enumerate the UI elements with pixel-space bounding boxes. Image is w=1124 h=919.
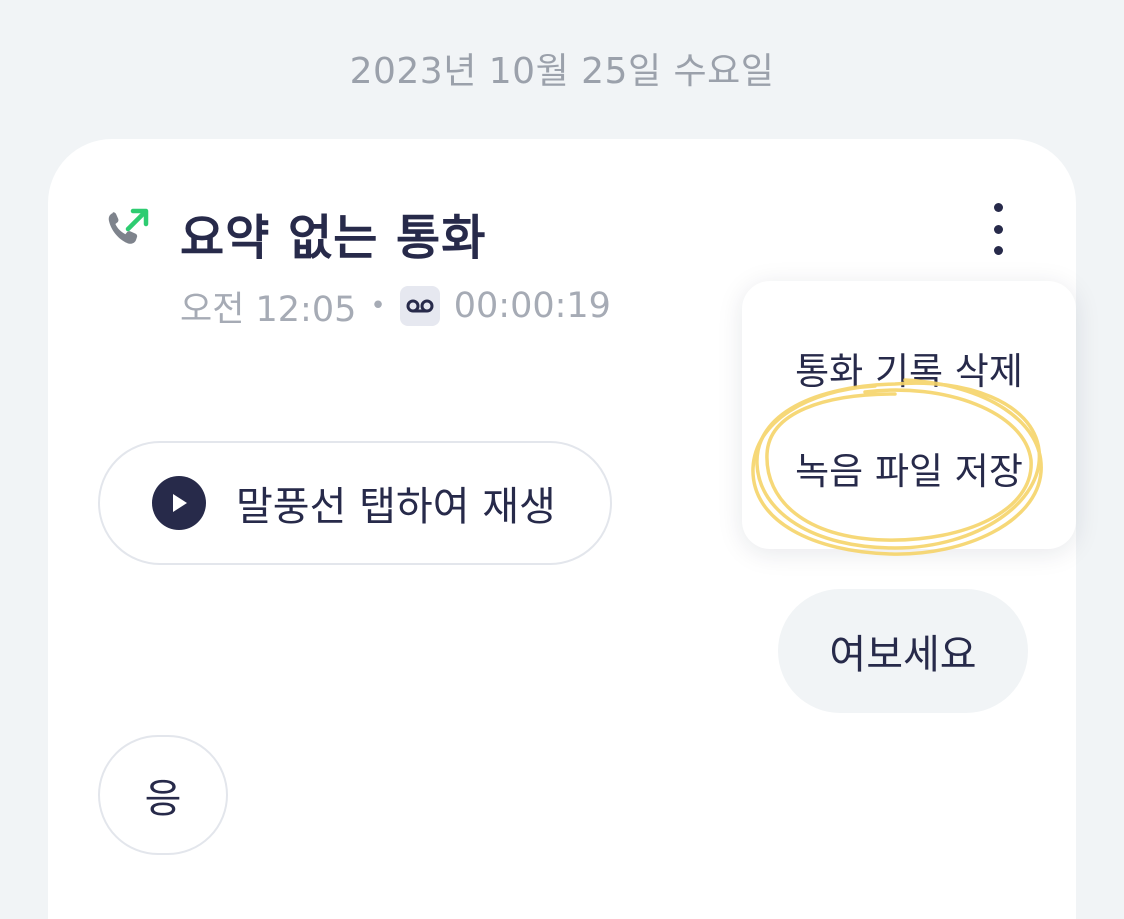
- voicemail-icon: [399, 286, 440, 326]
- call-duration: 00:00:19: [453, 286, 611, 326]
- call-meta: 오전 12:05 • 00:00:19: [180, 282, 611, 330]
- call-title: 요약 없는 통화: [180, 210, 487, 266]
- call-time: 오전 12:05: [180, 289, 357, 330]
- date-header: 2023년 10월 25일 수요일: [349, 51, 775, 92]
- context-menu: 통화 기록 삭제 녹음 파일 저장: [742, 281, 1076, 549]
- menu-item-save-recording[interactable]: 녹음 파일 저장: [742, 441, 1076, 495]
- play-label: 말풍선 탭하여 재생: [236, 484, 556, 530]
- meta-separator: •: [370, 291, 386, 321]
- transcript-bubble-me[interactable]: 여보세요: [778, 589, 1028, 713]
- menu-item-delete-call-log[interactable]: 통화 기록 삭제: [742, 341, 1076, 395]
- transcript-bubble-other[interactable]: 응: [98, 735, 228, 855]
- more-vertical-icon[interactable]: [976, 203, 1020, 255]
- outgoing-call-icon: [108, 208, 149, 244]
- play-recording-button[interactable]: 말풍선 탭하여 재생: [98, 441, 612, 565]
- play-icon: [152, 476, 206, 530]
